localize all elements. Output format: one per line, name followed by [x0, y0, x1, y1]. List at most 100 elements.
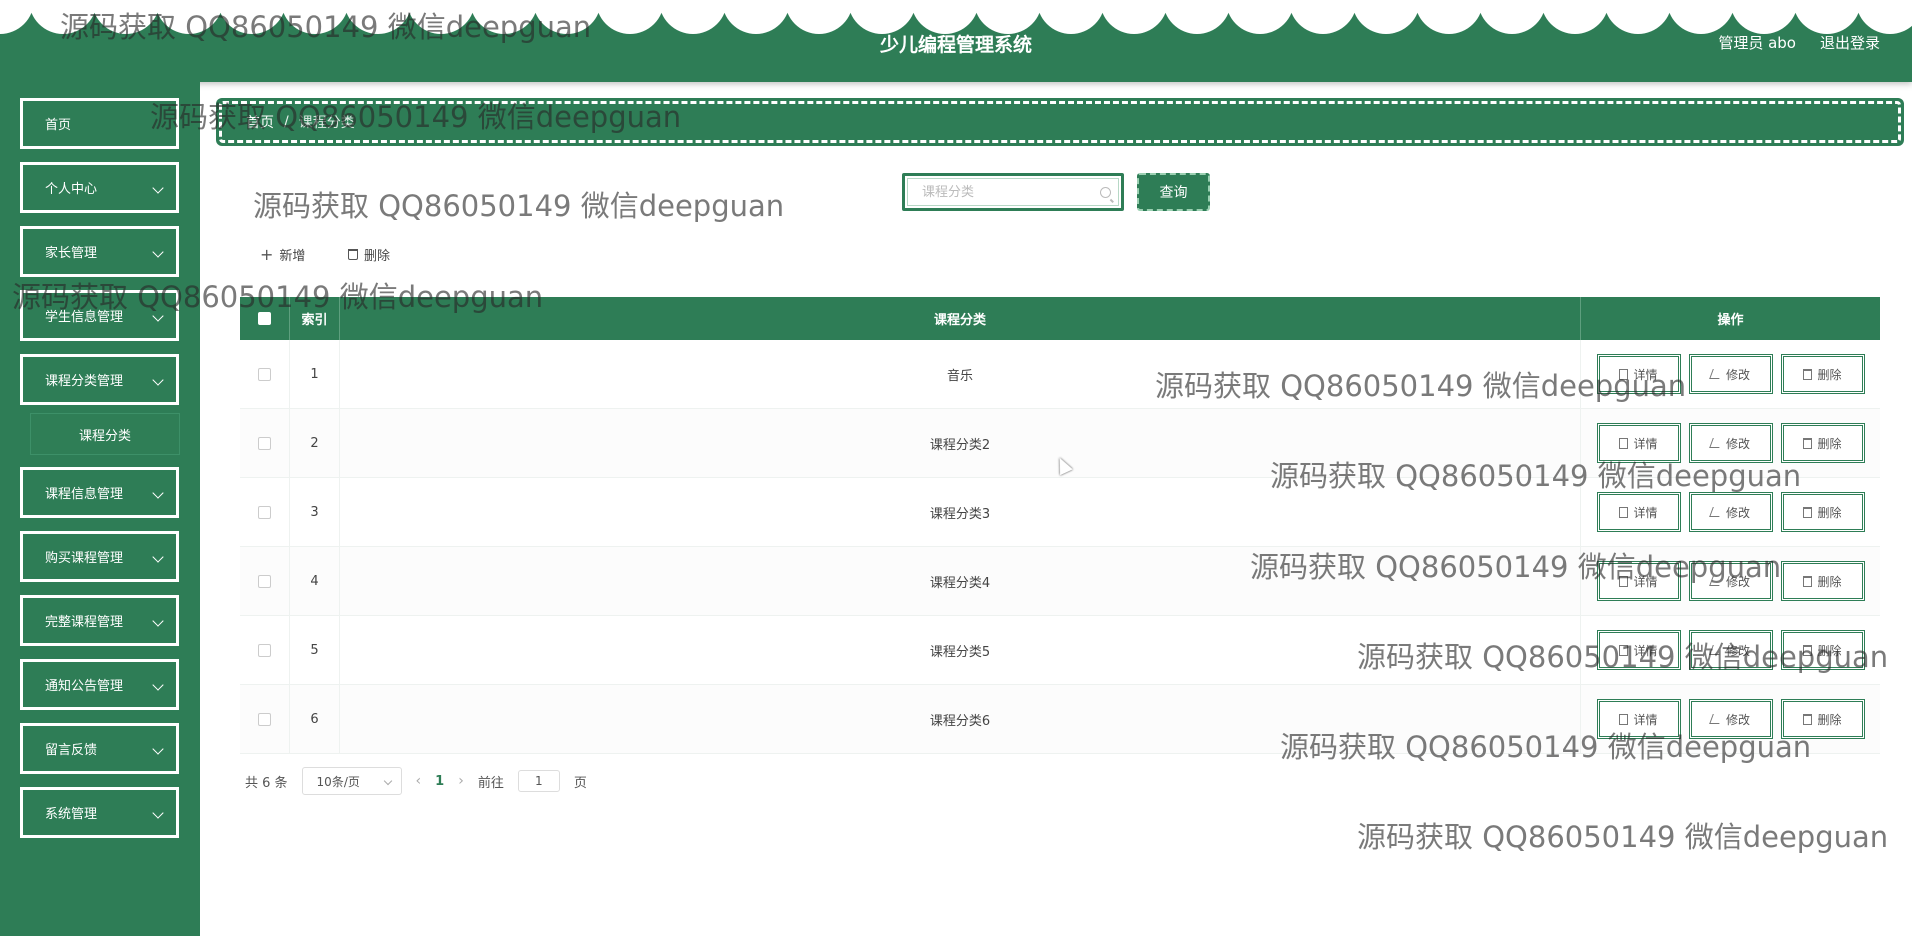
total-count: 共 6 条 — [245, 775, 288, 791]
row-delete-button-label: 删除 — [1817, 643, 1842, 658]
query-button[interactable]: 查询 — [1137, 173, 1210, 211]
batch-delete-button[interactable]: 删除 — [348, 243, 390, 265]
trash-icon — [1803, 437, 1813, 449]
row-actions: 详情 修改 删除 — [1581, 340, 1880, 408]
row-actions: 详情 修改 删除 — [1581, 547, 1880, 615]
row-category-name: 课程分类3 — [340, 478, 1581, 546]
sidebar-item-course-category-management[interactable]: 课程分类管理 — [20, 354, 179, 405]
sidebar: 首页 个人中心 家长管理 学生信息管理 课程分类管理 课程分类 课程信息管理 购… — [0, 82, 200, 936]
sidebar-item-purchase-course[interactable]: 购买课程管理 — [20, 531, 179, 582]
row-checkbox-cell — [240, 340, 290, 408]
row-checkbox-cell — [240, 685, 290, 753]
edit-button-label: 修改 — [1725, 367, 1750, 382]
prev-page-icon[interactable]: ‹ — [416, 773, 422, 789]
detail-button-label: 详情 — [1633, 643, 1658, 658]
search-input[interactable] — [907, 178, 1119, 206]
edit-button-label: 修改 — [1725, 505, 1750, 520]
document-icon — [1619, 644, 1629, 656]
add-button[interactable]: + 新增 — [260, 243, 305, 265]
row-index: 2 — [290, 409, 340, 477]
row-actions: 详情 修改 删除 — [1581, 616, 1880, 684]
detail-button[interactable]: 详情 — [1596, 354, 1681, 394]
chevron-down-icon — [152, 679, 164, 691]
detail-button-label: 详情 — [1633, 505, 1658, 520]
row-index: 4 — [290, 547, 340, 615]
sidebar-item-full-course[interactable]: 完整课程管理 — [20, 595, 179, 646]
edit-icon — [1709, 369, 1723, 379]
goto-label: 前往 — [477, 775, 504, 791]
row-delete-button[interactable]: 删除 — [1780, 699, 1865, 739]
sidebar-item-course-info[interactable]: 课程信息管理 — [20, 467, 179, 518]
row-delete-button[interactable]: 删除 — [1780, 354, 1865, 394]
header-user-area: 管理员 abo 退出登录 — [1718, 32, 1880, 53]
edit-icon — [1709, 645, 1723, 655]
chevron-down-icon — [152, 246, 164, 258]
row-delete-button[interactable]: 删除 — [1780, 630, 1865, 670]
edit-button[interactable]: 修改 — [1688, 423, 1773, 463]
select-all-checkbox[interactable] — [258, 312, 271, 325]
edit-button[interactable]: 修改 — [1688, 492, 1773, 532]
detail-button[interactable]: 详情 — [1596, 423, 1681, 463]
breadcrumb: 首页 / 课程分类 — [216, 98, 1904, 146]
document-icon — [1619, 575, 1629, 587]
detail-button[interactable]: 详情 — [1596, 630, 1681, 670]
column-header-index: 索引 — [290, 297, 340, 340]
goto-page-input[interactable] — [517, 770, 560, 792]
logout-link[interactable]: 退出登录 — [1820, 32, 1880, 53]
sidebar-item-home[interactable]: 首页 — [20, 98, 179, 149]
page-size-select[interactable]: 10条/页 — [301, 767, 402, 795]
sidebar-item-notice[interactable]: 通知公告管理 — [20, 659, 179, 710]
sidebar-item-parent-management[interactable]: 家长管理 — [20, 226, 179, 277]
sidebar-item-system[interactable]: 系统管理 — [20, 787, 179, 838]
table-header: 索引 课程分类 操作 — [240, 297, 1880, 340]
document-icon — [1619, 437, 1629, 449]
row-checkbox[interactable] — [258, 367, 271, 381]
edit-button[interactable]: 修改 — [1688, 699, 1773, 739]
row-delete-button[interactable]: 删除 — [1780, 492, 1865, 532]
next-page-icon[interactable]: › — [458, 773, 464, 789]
search-icon — [1100, 187, 1111, 198]
watermark-text: 源码获取 QQ86050149 微信deepguan — [1357, 820, 1889, 854]
row-delete-button-label: 删除 — [1817, 367, 1842, 382]
delete-button-label: 删除 — [364, 248, 391, 264]
detail-button[interactable]: 详情 — [1596, 699, 1681, 739]
row-checkbox[interactable] — [258, 505, 271, 519]
row-delete-button[interactable]: 删除 — [1780, 561, 1865, 601]
chevron-down-icon — [152, 182, 164, 194]
detail-button[interactable]: 详情 — [1596, 561, 1681, 601]
sidebar-item-label: 完整课程管理 — [45, 615, 124, 630]
admin-user-label: 管理员 abo — [1718, 34, 1796, 52]
scallop-decoration — [0, 0, 1912, 34]
edit-button[interactable]: 修改 — [1688, 354, 1773, 394]
sidebar-item-personal-center[interactable]: 个人中心 — [20, 162, 179, 213]
row-checkbox[interactable] — [258, 436, 271, 450]
edit-button[interactable]: 修改 — [1688, 630, 1773, 670]
breadcrumb-separator: / — [284, 114, 289, 130]
sidebar-subitem-course-category[interactable]: 课程分类 — [30, 413, 180, 455]
sidebar-item-student-info[interactable]: 学生信息管理 — [20, 290, 179, 341]
row-checkbox[interactable] — [258, 643, 271, 657]
table-body: 1 音乐 详情 修改 删除 2 课程分类2 详情 修改 删除 3 课程分类3 详情 修改 删除 4 课程分类4 详… — [240, 340, 1880, 754]
breadcrumb-home[interactable]: 首页 — [246, 112, 274, 132]
plus-icon: + — [260, 244, 274, 264]
edit-button-label: 修改 — [1725, 436, 1750, 451]
row-delete-button-label: 删除 — [1817, 712, 1842, 727]
row-index: 5 — [290, 616, 340, 684]
row-checkbox[interactable] — [258, 712, 271, 726]
row-index: 1 — [290, 340, 340, 408]
pagination: 共 6 条 10条/页 ‹ 1 › 前往 页 — [245, 767, 587, 795]
document-icon — [1619, 368, 1629, 380]
edit-icon — [1709, 438, 1723, 448]
page-number-current[interactable]: 1 — [435, 774, 444, 789]
row-index: 6 — [290, 685, 340, 753]
trash-icon — [1803, 368, 1813, 380]
edit-button[interactable]: 修改 — [1688, 561, 1773, 601]
sidebar-item-label: 留言反馈 — [45, 743, 98, 758]
detail-button[interactable]: 详情 — [1596, 492, 1681, 532]
row-delete-button[interactable]: 删除 — [1780, 423, 1865, 463]
trash-icon — [1803, 575, 1813, 587]
detail-button-label: 详情 — [1633, 436, 1658, 451]
sidebar-item-feedback[interactable]: 留言反馈 — [20, 723, 179, 774]
row-checkbox[interactable] — [258, 574, 271, 588]
document-icon — [1619, 506, 1629, 518]
